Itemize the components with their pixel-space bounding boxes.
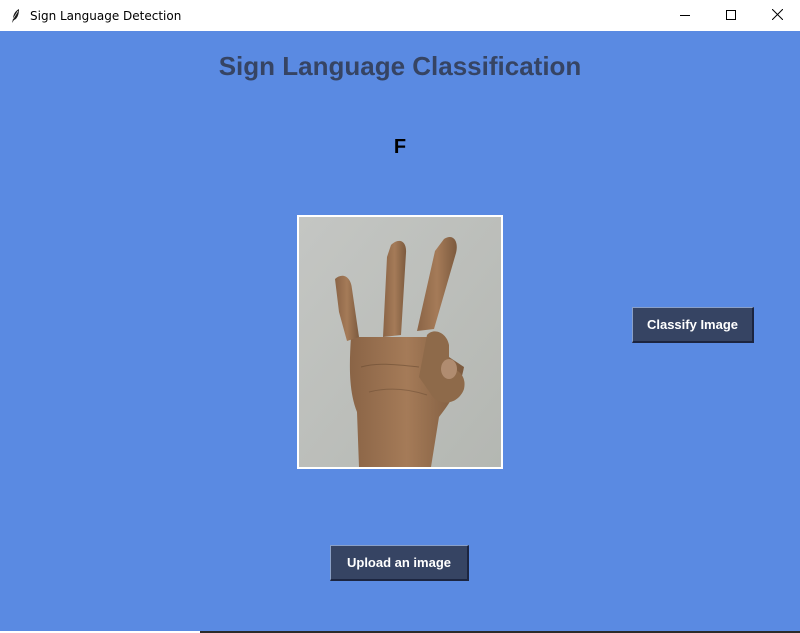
minimize-icon [680,7,690,25]
title-bar[interactable]: Sign Language Detection [0,0,800,31]
maximize-button[interactable] [708,0,754,31]
window-title: Sign Language Detection [30,8,182,23]
maximize-icon [726,7,736,25]
close-button[interactable] [754,0,800,31]
classification-result: F [393,136,407,158]
page-title: Sign Language Classification [218,51,582,81]
window-controls [662,0,800,31]
classify-image-button[interactable]: Classify Image [632,307,754,343]
app-window: Sign Language Detection Sign Language Cl… [0,0,800,633]
uploaded-image [297,215,503,469]
feather-icon [10,8,22,24]
close-icon [771,7,783,25]
hand-sign-image [299,217,501,467]
upload-image-button[interactable]: Upload an image [330,545,469,581]
minimize-button[interactable] [662,0,708,31]
